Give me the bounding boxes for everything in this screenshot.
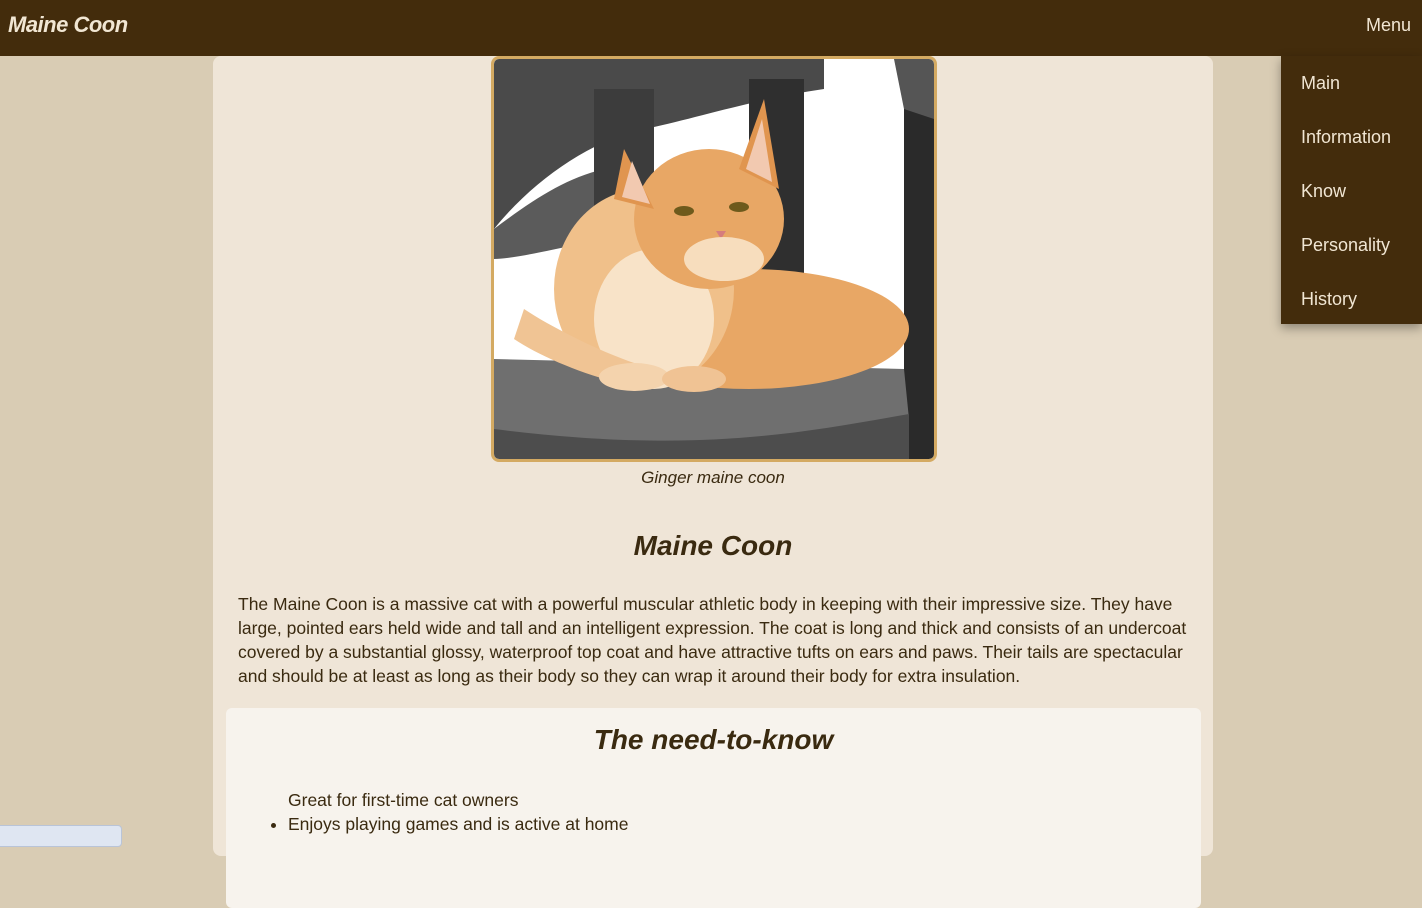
intro-paragraph: The Maine Coon is a massive cat with a p…	[238, 594, 1187, 686]
need-to-know-list: Great for first-time cat owners Enjoys p…	[288, 788, 628, 836]
menu-item-history[interactable]: History	[1281, 274, 1422, 328]
need-to-know-card: The need-to-know Great for first-time ca…	[226, 708, 1201, 908]
menu-item-information[interactable]: Information	[1281, 112, 1422, 166]
menu-item-main[interactable]: Main	[1281, 58, 1422, 112]
cat-photo-image	[494, 59, 934, 459]
cat-photo	[491, 56, 937, 462]
site-title[interactable]: Maine Coon	[8, 12, 128, 38]
photo-caption: Ginger maine coon	[641, 468, 785, 487]
need-to-know-heading: The need-to-know	[593, 724, 834, 755]
top-navbar: Maine Coon Menu	[0, 0, 1422, 56]
menu-button[interactable]: Menu	[1366, 15, 1411, 36]
list-item: Enjoys playing games and is active at ho…	[288, 812, 628, 836]
menu-item-know[interactable]: Know	[1281, 166, 1422, 220]
menu-dropdown: Main Information Know Personality Histor…	[1281, 56, 1422, 324]
main-content: Ginger maine coon Maine Coon The Maine C…	[213, 56, 1213, 908]
status-tooltip	[0, 825, 122, 847]
list-item: Great for first-time cat owners	[288, 790, 519, 810]
menu-item-personality[interactable]: Personality	[1281, 220, 1422, 274]
page-title: Maine Coon	[633, 530, 793, 561]
